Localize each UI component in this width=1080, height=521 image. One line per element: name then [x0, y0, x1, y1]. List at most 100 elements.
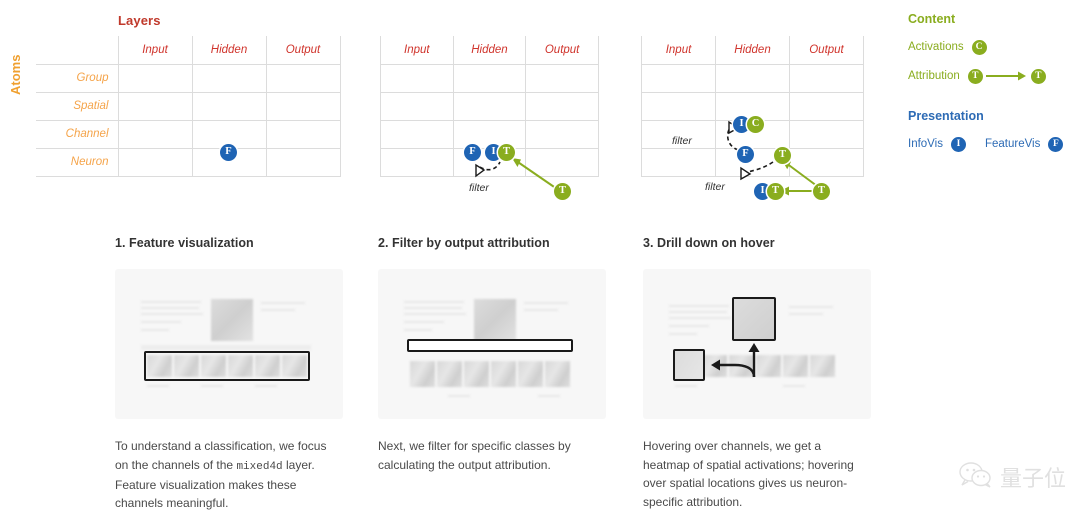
layers-axis-title: Layers: [118, 13, 161, 28]
table-row: [641, 63, 864, 93]
grid-cell: [380, 91, 454, 121]
grid-cell: [641, 63, 716, 93]
grid-cell: [191, 119, 266, 149]
grid-cell: [525, 91, 599, 121]
grid-cell: [525, 147, 599, 177]
grid-cell: [265, 147, 341, 177]
infovis-badge-icon: I: [950, 136, 966, 152]
column-header-input: Input: [117, 36, 192, 64]
grid-cell: [380, 63, 454, 93]
card-body: Hovering over channels, we get a heatmap…: [643, 439, 854, 509]
table-row: Neuron: [36, 147, 341, 177]
legend-label-infovis[interactable]: InfoVis: [908, 138, 943, 150]
badge-attribution-neuron-output[interactable]: T: [813, 183, 830, 200]
matrix-3-grid: Input Hidden Output: [641, 36, 864, 177]
card-title: 3. Drill down on hover: [643, 236, 775, 250]
card-feature-visualization: 1. Feature visualization To understand a…: [115, 236, 343, 513]
matrix-2: Input Hidden Output F I T T filter: [380, 36, 599, 200]
grid-cell: [380, 119, 454, 149]
grid-cell: [452, 91, 526, 121]
card-filter-by-output-attribution: 2. Filter by output attribution Next, we…: [378, 236, 606, 474]
card-drill-down-on-hover: 3. Drill down on hover Hovering over cha…: [643, 236, 871, 511]
matrix-1: Input Hidden Output Group Spatial Channe…: [36, 36, 341, 177]
column-header-input: Input: [641, 36, 716, 64]
featurevis-badge-icon: F: [1048, 136, 1064, 152]
watermark-text: 量子位: [999, 467, 1066, 492]
grid-cell: [715, 147, 790, 177]
table-row: [380, 119, 599, 149]
legend-panel: Content Activations C Attribution T T Pr…: [908, 12, 1074, 162]
highlight-box-channel-row: [144, 351, 310, 381]
table-row: Group: [36, 63, 341, 93]
card-title: 2. Filter by output attribution: [378, 236, 550, 250]
column-header-output: Output: [265, 36, 341, 64]
legend-item-activations[interactable]: Activations C: [908, 36, 1074, 58]
card-body: To understand a classification, we focus…: [115, 437, 343, 513]
card-body: Next, we filter for specific classes by …: [378, 439, 571, 472]
card-thumbnail[interactable]: [378, 269, 606, 419]
watermark: 量子位: [959, 461, 1066, 493]
legend-label-activations: Activations: [908, 41, 964, 53]
matrix-3-header-row: Input Hidden Output: [641, 36, 864, 64]
grid-cell: [452, 147, 526, 177]
matrix-2-grid: Input Hidden Output: [380, 36, 599, 177]
grid-cell: [789, 119, 864, 149]
card-title: 1. Feature visualization: [115, 236, 254, 250]
grid-cell: [117, 147, 192, 177]
table-row: [380, 91, 599, 121]
attribution-arrow-icon: [984, 69, 1030, 83]
grid-cell: [191, 147, 266, 177]
drill-down-arrows-icon: [711, 343, 760, 378]
attribution-badge-target-icon: T: [1030, 68, 1046, 84]
column-header-output: Output: [525, 36, 599, 64]
legend-label-featurevis[interactable]: FeatureVis: [985, 138, 1040, 150]
grid-cell: [191, 91, 266, 121]
figure-canvas: Layers Atoms Input Hidden Output Group S…: [0, 0, 1080, 521]
column-header-output: Output: [789, 36, 864, 64]
atoms-axis-title: Atoms: [8, 54, 23, 95]
grid-cell: [191, 63, 266, 93]
grid-cell: [715, 119, 790, 149]
column-header-hidden: Hidden: [715, 36, 790, 64]
legend-item-attribution[interactable]: Attribution T T: [908, 65, 1074, 87]
badge-infovis-neuron-hidden[interactable]: I: [754, 183, 771, 200]
wechat-icon: [959, 461, 993, 493]
row-label-neuron: Neuron: [36, 147, 118, 177]
card-thumbnail[interactable]: [643, 269, 871, 419]
grid-corner: [36, 36, 118, 64]
highlight-box-filter-bar: [407, 339, 573, 352]
table-row: [641, 119, 864, 149]
table-row: [380, 63, 599, 93]
grid-cell: [117, 91, 192, 121]
table-row: [641, 91, 864, 121]
grid-cell: [265, 91, 341, 121]
grid-cell: [525, 119, 599, 149]
matrix-1-header-row: Input Hidden Output: [36, 36, 341, 64]
card-thumbnail[interactable]: [115, 269, 343, 419]
badge-attribution-neuron-output[interactable]: T: [554, 183, 571, 200]
grid-cell: [641, 147, 716, 177]
grid-cell: [789, 147, 864, 177]
row-label-group: Group: [36, 63, 118, 93]
badge-attribution-neuron-hidden[interactable]: T: [767, 183, 784, 200]
grid-cell: [789, 63, 864, 93]
annotation-filter: filter: [469, 182, 489, 194]
row-label-spatial: Spatial: [36, 91, 118, 121]
grid-cell: [715, 63, 790, 93]
grid-cell: [452, 63, 526, 93]
grid-cell: [641, 119, 716, 149]
grid-cell: [117, 63, 192, 93]
matrix-3: Input Hidden Output I C F T I T T filter…: [641, 36, 864, 200]
grid-cell: [265, 63, 341, 93]
table-row: [641, 147, 864, 177]
grid-cell: [715, 91, 790, 121]
table-row: Spatial: [36, 91, 341, 121]
activations-badge-icon: C: [971, 39, 987, 55]
table-row: Channel: [36, 119, 341, 149]
matrix-1-grid: Input Hidden Output Group Spatial Channe…: [36, 36, 341, 177]
row-label-channel: Channel: [36, 119, 118, 149]
legend-row-presentation: InfoVis I FeatureVis F: [908, 133, 1074, 155]
grid-cell: [452, 119, 526, 149]
column-header-hidden: Hidden: [191, 36, 266, 64]
annotation-filter-lower: filter: [705, 181, 725, 193]
